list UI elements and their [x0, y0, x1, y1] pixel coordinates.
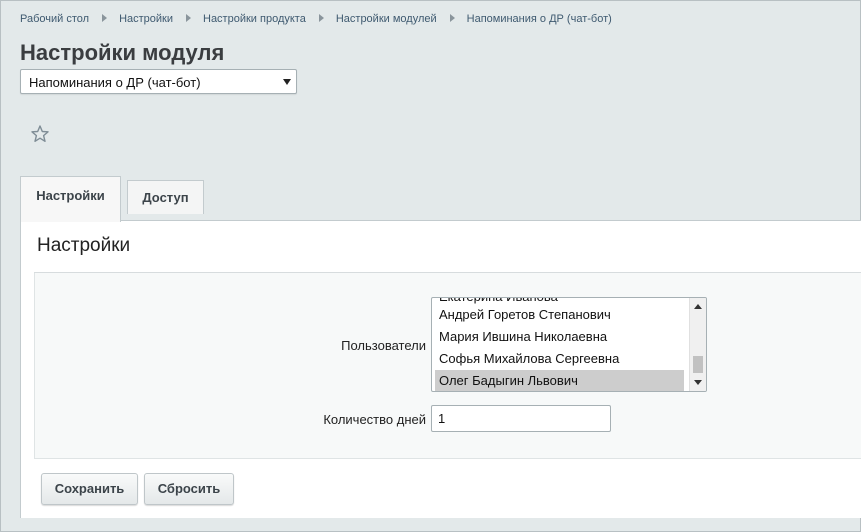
users-listbox[interactable]: Екатерина Иванова Андрей Горетов Степано…	[431, 297, 707, 392]
breadcrumb-item-settings[interactable]: Настройки	[119, 13, 173, 25]
module-select[interactable]: Напоминания о ДР (чат-бот)	[20, 69, 297, 94]
breadcrumb-arrow-icon	[318, 14, 324, 23]
breadcrumb-item-module-settings[interactable]: Настройки модулей	[336, 13, 437, 25]
scroll-thumb[interactable]	[693, 356, 703, 373]
panel-title: Настройки	[37, 235, 131, 256]
breadcrumb-arrow-icon	[102, 14, 108, 23]
breadcrumb-arrow-icon	[186, 14, 191, 23]
reset-button[interactable]: Сбросить	[144, 473, 234, 505]
tab-access[interactable]: Доступ	[127, 180, 204, 214]
breadcrumb-item-product-settings[interactable]: Настройки продукта	[203, 13, 306, 25]
scroll-up-icon[interactable]	[694, 304, 702, 309]
listbox-scrollbar[interactable]	[689, 298, 706, 391]
days-label: Количество дней	[323, 412, 426, 427]
list-item[interactable]: Софья Михайлова Сергеевна	[435, 348, 684, 370]
settings-form: Пользователи Екатерина Иванова Андрей Го…	[34, 273, 861, 459]
star-icon[interactable]	[30, 124, 50, 144]
list-item[interactable]: Андрей Горетов Степанович	[435, 304, 684, 326]
breadcrumb-item-current[interactable]: Напоминания о ДР (чат-бот)	[467, 13, 612, 25]
dropdown-arrow-icon	[283, 79, 291, 85]
tab-settings[interactable]: Настройки	[20, 176, 121, 222]
page-title: Настройки модуля	[20, 40, 225, 65]
module-select-value: Напоминания о ДР (чат-бот)	[29, 75, 201, 90]
breadcrumb-item-desktop[interactable]: Рабочий стол	[20, 13, 89, 25]
breadcrumb-arrow-icon	[449, 14, 455, 23]
users-label: Пользователи	[341, 338, 426, 353]
settings-panel: Настройки Пользователи Екатерина Иванова…	[20, 220, 861, 518]
list-item[interactable]: Мария Ившина Николаевна	[435, 326, 684, 348]
breadcrumb: Рабочий стол Настройки Настройки продукта Н…	[20, 13, 612, 25]
list-item-selected[interactable]: Олег Бадыгин Львович	[435, 370, 684, 391]
days-input[interactable]: 1	[431, 405, 611, 432]
save-button[interactable]: Сохранить	[41, 473, 138, 505]
scroll-down-icon[interactable]	[694, 380, 702, 385]
